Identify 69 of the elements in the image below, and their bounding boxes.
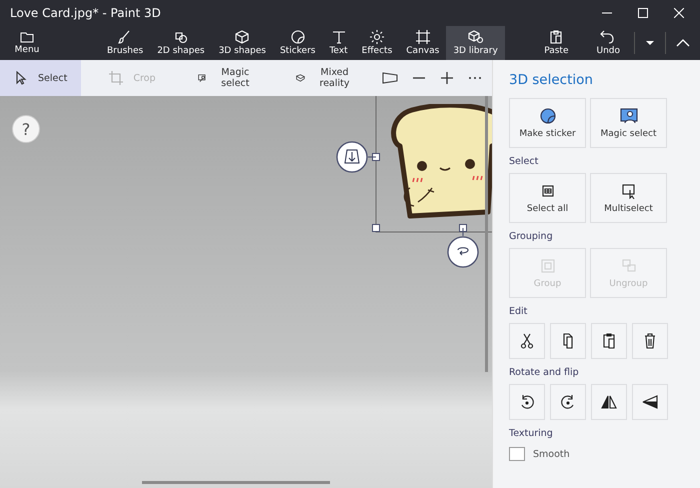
ungroup-icon — [620, 258, 638, 274]
cube-icon — [234, 30, 250, 44]
close-icon[interactable] — [674, 8, 684, 18]
section-heading: Rotate and flip — [509, 367, 580, 378]
panel-button[interactable] — [550, 384, 586, 420]
panel-button[interactable] — [509, 384, 545, 420]
resize-handle[interactable] — [372, 153, 380, 161]
anchor-handle-icon[interactable] — [336, 141, 376, 173]
canvas-icon — [414, 30, 431, 44]
panel-button[interactable] — [591, 323, 627, 359]
cube-icon — [468, 30, 484, 44]
sticker-icon — [290, 30, 306, 44]
ribbon-tab[interactable]: 3D shapes — [212, 26, 273, 60]
section-heading: Grouping — [509, 231, 554, 242]
folder-icon — [20, 31, 34, 43]
ribbon-tab[interactable]: Text — [322, 26, 355, 60]
sun-icon — [368, 30, 385, 44]
text-icon — [330, 30, 347, 44]
dropdown-caret-icon[interactable] — [645, 40, 655, 46]
panel-button[interactable]: Magic select — [590, 98, 667, 148]
flag-icon[interactable] — [382, 71, 398, 85]
section-heading: Select — [509, 156, 540, 167]
panel-button[interactable]: Select all — [509, 173, 586, 223]
rotate-handle-icon[interactable] — [447, 228, 479, 268]
panel-button[interactable] — [509, 323, 545, 359]
panel-button[interactable]: Make sticker — [509, 98, 586, 148]
tool-button[interactable]: Select — [0, 60, 82, 96]
window-title: Love Card.jpg* - Paint 3D — [10, 6, 161, 20]
resize-handle[interactable] — [459, 224, 467, 232]
paste-icon — [548, 30, 564, 44]
group-icon — [538, 258, 556, 274]
section-heading: Edit — [509, 306, 528, 317]
undo-icon — [600, 30, 616, 44]
maximize-icon[interactable] — [638, 8, 648, 18]
scissors-icon — [518, 333, 536, 349]
ribbon-tab[interactable]: 3D library — [446, 26, 505, 60]
ribbon-tab[interactable]: Stickers — [272, 26, 322, 60]
vertical-scrollbar[interactable] — [485, 96, 488, 372]
person-icon — [620, 108, 638, 124]
multiselect-icon — [620, 182, 638, 198]
section-heading: Texturing — [509, 428, 554, 439]
shapes-icon — [172, 30, 189, 44]
panel-button[interactable]: Multiselect — [590, 173, 667, 223]
ribbon-action[interactable]: Undo — [582, 26, 634, 60]
ribbon-action[interactable]: Paste — [530, 26, 582, 60]
panel-button[interactable] — [550, 323, 586, 359]
cursor-icon — [14, 71, 28, 85]
panel-button[interactable] — [591, 384, 627, 420]
ribbon-tab[interactable]: Brushes — [100, 26, 150, 60]
more-icon[interactable] — [468, 76, 482, 80]
sticker-icon — [538, 108, 556, 124]
smooth-checkbox[interactable]: Smooth — [509, 447, 700, 461]
flip-horizontal-icon — [600, 394, 618, 410]
resize-handle[interactable] — [372, 224, 380, 232]
crop-icon — [109, 71, 124, 85]
zoom-in-icon[interactable] — [440, 71, 454, 85]
horizontal-scrollbar[interactable] — [142, 481, 330, 484]
menu-button[interactable]: Menu — [0, 26, 54, 60]
ribbon-tab[interactable]: Canvas — [399, 26, 446, 60]
tool-button[interactable]: Mixed reality — [282, 60, 368, 96]
panel-button[interactable] — [632, 384, 668, 420]
panel-title: 3D selection — [509, 72, 594, 88]
help-button[interactable]: ? — [12, 115, 40, 143]
ribbon-tab[interactable]: 2D shapes — [150, 26, 212, 60]
panel-button[interactable] — [632, 323, 668, 359]
flip-vertical-icon — [641, 394, 659, 410]
ribbon-tab[interactable]: Effects — [354, 26, 400, 60]
tool-button[interactable]: Magic select — [184, 60, 268, 96]
collapse-icon[interactable] — [676, 39, 690, 47]
